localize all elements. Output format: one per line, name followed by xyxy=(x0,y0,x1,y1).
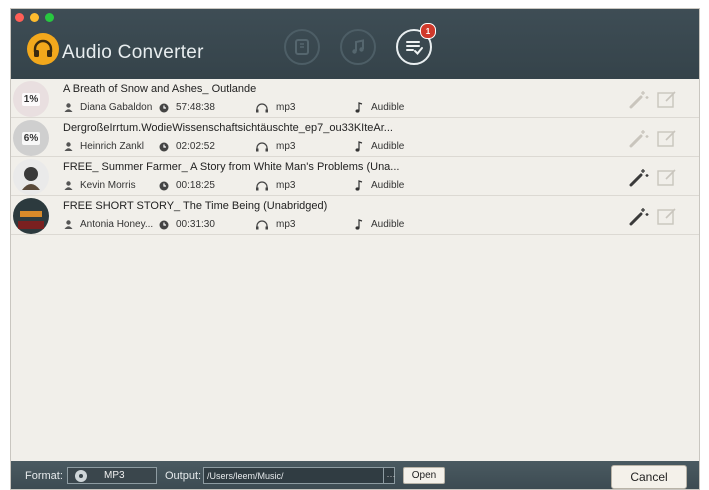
list-item[interactable]: FREE_ Summer Farmer_ A Story from White … xyxy=(11,157,699,196)
author-field: Diana Gabaldon xyxy=(64,102,152,113)
music-tab-button[interactable] xyxy=(340,29,376,65)
item-title: DergroßeIrrtum.WodieWissenschaftsichtäus… xyxy=(63,122,393,134)
source-value: Audible xyxy=(371,141,405,152)
app-logo xyxy=(27,33,59,65)
format-label: Format: xyxy=(25,470,63,482)
duration-field: 57:48:38 xyxy=(159,102,215,113)
duration-value: 02:02:52 xyxy=(176,141,215,152)
author-name: Diana Gabaldon xyxy=(80,102,153,113)
duration-field: 00:31:30 xyxy=(159,219,215,230)
source-field: Audible xyxy=(354,180,404,191)
clock-icon xyxy=(159,103,169,112)
magic-wand-icon[interactable] xyxy=(628,128,650,148)
edit-icon[interactable] xyxy=(656,89,678,109)
music-note-icon xyxy=(352,39,364,54)
output-path-input[interactable] xyxy=(203,467,395,484)
format-value: mp3 xyxy=(276,141,296,152)
headphones-icon xyxy=(256,141,268,151)
format-field: mp3 xyxy=(255,141,295,152)
list-item[interactable]: 1% A Breath of Snow and Ashes_ Outlande … xyxy=(11,79,699,118)
cover-art-icon xyxy=(18,211,44,229)
audiobook-tab-button[interactable] xyxy=(284,29,320,65)
music-note-icon xyxy=(355,141,363,152)
source-value: Audible xyxy=(371,219,405,230)
book-icon xyxy=(295,39,309,55)
music-note-icon xyxy=(355,219,363,230)
cover-art-icon xyxy=(22,167,40,190)
author-field: Antonia Honey... xyxy=(64,219,153,230)
converted-list-button[interactable]: 1 xyxy=(396,23,436,65)
duration-value: 00:31:30 xyxy=(176,219,215,230)
cover-thumbnail: 6% xyxy=(13,120,49,156)
person-icon xyxy=(64,181,73,190)
source-field: Audible xyxy=(354,102,404,113)
format-value: mp3 xyxy=(276,102,296,113)
list-item[interactable]: FREE SHORT STORY_ The Time Being (Unabri… xyxy=(11,196,699,235)
source-field: Audible xyxy=(354,219,404,230)
cover-thumbnail: 1% xyxy=(13,81,49,117)
author-field: Heinrich Zankl xyxy=(64,141,144,152)
magic-wand-icon[interactable] xyxy=(628,206,650,226)
person-icon xyxy=(64,220,73,229)
format-value: mp3 xyxy=(276,180,296,191)
progress-label: 1% xyxy=(21,92,41,106)
output-label: Output: xyxy=(165,470,202,482)
browse-button[interactable]: ··· xyxy=(383,467,398,484)
headphones-icon xyxy=(256,102,268,112)
clock-icon xyxy=(159,220,169,229)
zoom-window-button[interactable] xyxy=(45,13,54,22)
item-title: FREE_ Summer Farmer_ A Story from White … xyxy=(63,161,400,173)
duration-field: 00:18:25 xyxy=(159,180,215,191)
edit-icon[interactable] xyxy=(656,206,678,226)
app-window: Audio Converter 1 1% A Breath of Snow an… xyxy=(10,8,700,490)
app-title: Audio Converter xyxy=(62,42,204,63)
author-field: Kevin Morris xyxy=(64,180,136,191)
format-select[interactable]: MP3 xyxy=(67,467,157,484)
minimize-window-button[interactable] xyxy=(30,13,39,22)
author-name: Heinrich Zankl xyxy=(80,141,144,152)
author-name: Kevin Morris xyxy=(80,180,136,191)
edit-icon[interactable] xyxy=(656,167,678,187)
close-window-button[interactable] xyxy=(15,13,24,22)
format-field: mp3 xyxy=(255,180,295,191)
title-bar: Audio Converter 1 xyxy=(11,9,699,79)
source-value: Audible xyxy=(371,102,405,113)
list-check-icon xyxy=(406,41,423,55)
cover-thumbnail xyxy=(13,198,49,234)
mp3-format-icon xyxy=(75,470,87,482)
audio-list: 1% A Breath of Snow and Ashes_ Outlande … xyxy=(11,79,699,235)
format-field: mp3 xyxy=(255,219,295,230)
item-title: A Breath of Snow and Ashes_ Outlande xyxy=(63,83,257,95)
headphones-icon xyxy=(256,219,268,229)
person-icon xyxy=(64,103,73,112)
duration-field: 02:02:52 xyxy=(159,141,215,152)
list-item[interactable]: 6% DergroßeIrrtum.WodieWissenschaftsicht… xyxy=(11,118,699,157)
cancel-button[interactable]: Cancel xyxy=(611,465,687,489)
format-select-value: MP3 xyxy=(104,470,125,481)
progress-label: 6% xyxy=(21,131,41,145)
duration-value: 00:18:25 xyxy=(176,180,215,191)
format-field: mp3 xyxy=(255,102,295,113)
item-title: FREE SHORT STORY_ The Time Being (Unabri… xyxy=(63,200,328,212)
magic-wand-icon[interactable] xyxy=(628,167,650,187)
format-value: mp3 xyxy=(276,219,296,230)
magic-wand-icon[interactable] xyxy=(628,89,650,109)
cover-thumbnail xyxy=(13,159,49,195)
edit-icon[interactable] xyxy=(656,128,678,148)
music-note-icon xyxy=(355,180,363,191)
duration-value: 57:48:38 xyxy=(176,102,215,113)
open-folder-button[interactable]: Open xyxy=(403,467,445,484)
author-name: Antonia Honey... xyxy=(80,219,154,230)
footer-bar: Format: MP3 Output: ··· Open Cancel xyxy=(11,461,699,489)
clock-icon xyxy=(159,142,169,151)
person-icon xyxy=(64,142,73,151)
clock-icon xyxy=(159,181,169,190)
music-note-icon xyxy=(355,102,363,113)
source-value: Audible xyxy=(371,180,405,191)
source-field: Audible xyxy=(354,141,404,152)
notification-badge: 1 xyxy=(420,23,436,39)
headphones-icon xyxy=(256,180,268,190)
